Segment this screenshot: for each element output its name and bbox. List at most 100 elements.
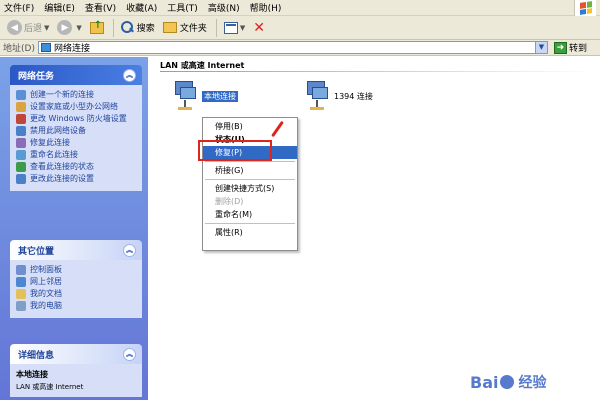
detail-type: LAN 或高速 Internet xyxy=(16,383,84,391)
details-panel: 详细信息 ︽ 本地连接 LAN 或高速 Internet xyxy=(10,344,142,397)
context-menu: 停用(B) 状态(U) 修复(P) 桥接(G) 创建快捷方式(S) 删除(D) … xyxy=(202,117,298,251)
menu-item-delete: 删除(D) xyxy=(215,197,244,206)
close-icon: ✕ xyxy=(253,19,265,36)
task-create-connection[interactable]: 创建一个新的连接 xyxy=(16,90,138,100)
watermark-subtext: 经验 xyxy=(518,375,547,391)
settings-icon xyxy=(16,174,26,184)
forward-arrow-icon: ▶ xyxy=(57,20,73,35)
firewall-icon xyxy=(16,114,26,124)
windows-logo-icon xyxy=(574,0,596,16)
task-label: 创建一个新的连接 xyxy=(30,90,94,99)
home-network-icon xyxy=(16,102,26,112)
network-connections-icon xyxy=(40,43,51,52)
place-label: 控制面板 xyxy=(30,265,62,274)
forward-button[interactable]: ▶ ▼ xyxy=(54,18,84,38)
menu-item-create-shortcut[interactable]: 创建快捷方式(S) xyxy=(203,182,297,195)
details-header[interactable]: 详细信息 ︽ xyxy=(10,344,142,364)
folders-label: 文件夹 xyxy=(179,24,207,34)
network-tasks-panel: 网络任务 ︽ 创建一个新的连接 设置家庭或小型办公网络 更改 Windows 防… xyxy=(10,65,142,191)
toolbar: ◀ 后退 ▼ ▶ ▼ 搜索 文件夹 ▼ ✕ xyxy=(0,16,600,40)
delete-button[interactable]: ✕ xyxy=(250,18,268,38)
task-repair[interactable]: 修复此连接 xyxy=(16,138,138,148)
task-label: 禁用此网络设备 xyxy=(30,126,86,135)
network-tasks-header[interactable]: 网络任务 ︽ xyxy=(10,65,142,85)
chevron-down-icon: ▼ xyxy=(239,23,246,32)
task-view-status[interactable]: 查看此连接的状态 xyxy=(16,162,138,172)
panel-title: 其它位置 xyxy=(18,246,55,257)
connection-local[interactable]: 本地连接 xyxy=(172,81,238,111)
address-input[interactable]: 网络连接 ▼ xyxy=(37,41,548,54)
disable-device-icon xyxy=(16,126,26,136)
menu-tools[interactable]: 工具(T) xyxy=(167,1,198,14)
rename-icon xyxy=(16,150,26,160)
views-button[interactable]: ▼ xyxy=(221,18,248,38)
back-label: 后退 xyxy=(24,24,43,34)
other-places-panel: 其它位置 ︽ 控制面板 网上邻居 我的文档 我的电脑 xyxy=(10,240,142,318)
menu-file[interactable]: 文件(F) xyxy=(4,1,34,14)
connection-1394[interactable]: 1394 连接 xyxy=(304,81,373,111)
place-my-computer[interactable]: 我的电脑 xyxy=(16,301,138,311)
task-change-settings[interactable]: 更改此连接的设置 xyxy=(16,174,138,184)
chevron-down-icon: ▼ xyxy=(44,23,50,32)
task-pane: 网络任务 ︽ 创建一个新的连接 设置家庭或小型办公网络 更改 Windows 防… xyxy=(0,57,148,400)
group-header: LAN 或高速 Internet xyxy=(160,61,245,70)
views-icon xyxy=(223,21,238,34)
task-rename[interactable]: 重命名此连接 xyxy=(16,150,138,160)
collapse-icon[interactable]: ︽ xyxy=(123,347,136,361)
watermark-text: Bai xyxy=(470,372,499,392)
place-network-neighborhood[interactable]: 网上邻居 xyxy=(16,277,138,287)
search-label: 搜索 xyxy=(136,24,155,34)
computer-icon xyxy=(16,301,26,311)
menu-item-rename[interactable]: 重命名(M) xyxy=(203,208,297,221)
task-disable-device[interactable]: 禁用此网络设备 xyxy=(16,126,138,136)
collapse-icon[interactable]: ︽ xyxy=(123,243,136,257)
panel-title: 详细信息 xyxy=(18,350,55,361)
place-label: 网上邻居 xyxy=(30,277,62,286)
details-body: 本地连接 LAN 或高速 Internet xyxy=(10,364,142,397)
folder-up-icon xyxy=(89,20,104,34)
menu-bar: 文件(F) 编辑(E) 查看(V) 收藏(A) 工具(T) 高级(N) 帮助(H… xyxy=(0,0,600,16)
task-label: 更改 Windows 防火墙设置 xyxy=(30,114,127,123)
collapse-icon[interactable]: ︽ xyxy=(123,68,136,82)
menu-edit[interactable]: 编辑(E) xyxy=(44,1,75,14)
address-bar: 地址(D) 网络连接 ▼ ➜ 转到 xyxy=(0,40,600,56)
search-button[interactable]: 搜索 xyxy=(118,18,158,38)
back-button[interactable]: ◀ 后退 ▼ xyxy=(4,18,52,38)
place-label: 我的文档 xyxy=(30,289,62,298)
chevron-down-icon[interactable]: ▼ xyxy=(534,42,547,53)
network-places-icon xyxy=(16,277,26,287)
task-firewall[interactable]: 更改 Windows 防火墙设置 xyxy=(16,114,138,124)
chevron-down-icon: ▼ xyxy=(76,23,82,32)
menu-favorites[interactable]: 收藏(A) xyxy=(126,1,157,14)
other-places-list: 控制面板 网上邻居 我的文档 我的电脑 xyxy=(10,260,142,318)
annotation-highlight-box xyxy=(198,140,272,161)
baidu-watermark: Bai 经验 xyxy=(470,372,546,392)
up-folder-button[interactable] xyxy=(87,18,107,38)
task-home-network[interactable]: 设置家庭或小型办公网络 xyxy=(16,102,138,112)
menu-item-properties[interactable]: 属性(R) xyxy=(203,226,297,239)
paw-icon xyxy=(500,375,515,389)
group-divider xyxy=(160,71,596,72)
place-control-panel[interactable]: 控制面板 xyxy=(16,265,138,275)
other-places-header[interactable]: 其它位置 ︽ xyxy=(10,240,142,260)
go-arrow-icon: ➜ xyxy=(553,41,567,54)
menu-item-bridge[interactable]: 桥接(G) xyxy=(203,164,297,177)
go-button[interactable]: ➜ 转到 xyxy=(553,41,587,54)
menu-help[interactable]: 帮助(H) xyxy=(250,1,282,14)
address-value: 网络连接 xyxy=(53,44,90,54)
task-label: 重命名此连接 xyxy=(30,150,78,159)
folders-button[interactable]: 文件夹 xyxy=(160,18,210,38)
documents-icon xyxy=(16,289,26,299)
back-arrow-icon: ◀ xyxy=(7,20,22,35)
place-my-documents[interactable]: 我的文档 xyxy=(16,289,138,299)
go-label: 转到 xyxy=(568,44,587,54)
menu-view[interactable]: 查看(V) xyxy=(85,1,116,14)
toolbar-divider xyxy=(112,18,114,37)
task-label: 查看此连接的状态 xyxy=(30,162,94,171)
menu-divider xyxy=(205,223,295,224)
connection-label: 1394 连接 xyxy=(334,91,373,101)
network-tasks-list: 创建一个新的连接 设置家庭或小型办公网络 更改 Windows 防火墙设置 禁用… xyxy=(10,85,142,191)
menu-divider xyxy=(205,161,295,162)
menu-advanced[interactable]: 高级(N) xyxy=(208,1,240,14)
address-label: 地址(D) xyxy=(3,44,35,54)
